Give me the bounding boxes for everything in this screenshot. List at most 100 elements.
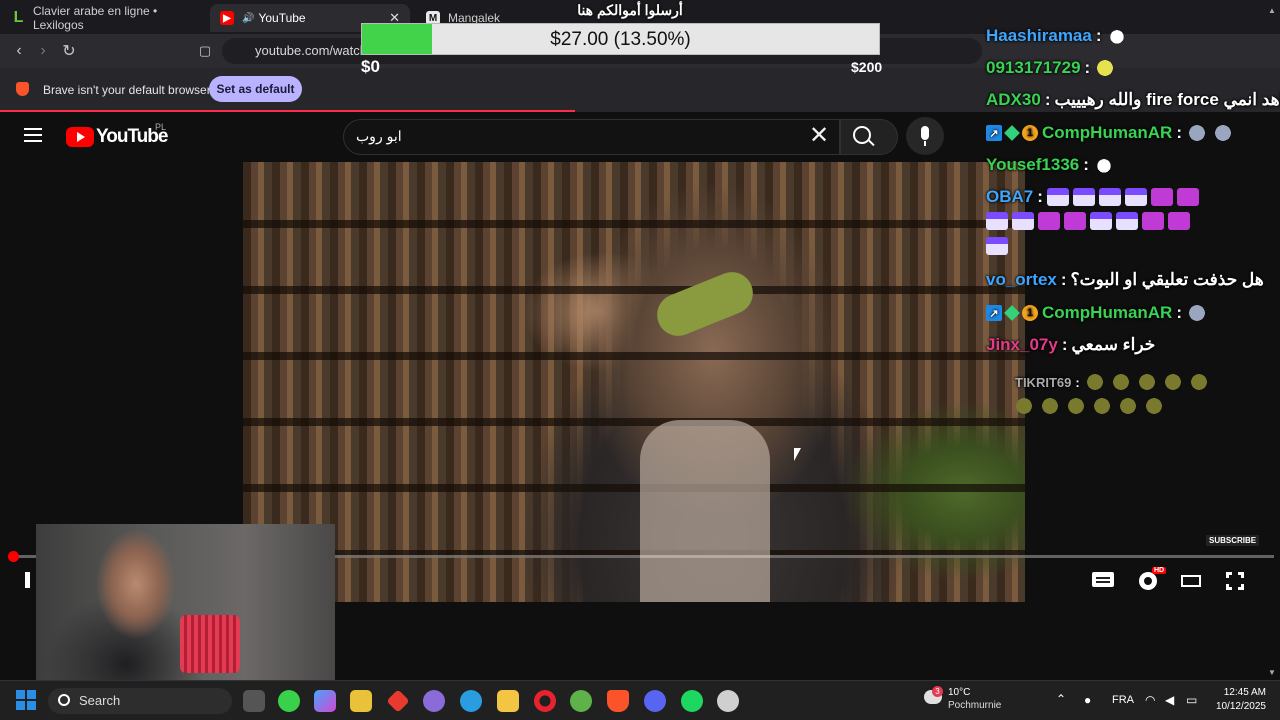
region-code: PL bbox=[155, 122, 167, 132]
input-language[interactable]: FRA bbox=[1112, 694, 1134, 706]
chat-separator: : bbox=[1084, 58, 1091, 77]
chat-username[interactable]: Jinx_07y bbox=[986, 335, 1058, 355]
chat-separator: : bbox=[1037, 187, 1043, 206]
taskbar-search[interactable] bbox=[48, 688, 232, 714]
store-icon[interactable] bbox=[350, 690, 372, 712]
brave-icon[interactable] bbox=[607, 690, 629, 712]
bookmark-icon[interactable]: ▢ bbox=[194, 40, 216, 62]
search-icon bbox=[58, 694, 70, 706]
browser-app-icon[interactable] bbox=[460, 690, 482, 712]
chat-username[interactable]: Haashiramaa bbox=[986, 26, 1092, 46]
scroll-up-icon[interactable]: ▲ bbox=[1268, 6, 1276, 15]
search-input[interactable] bbox=[343, 119, 840, 155]
chat-username[interactable]: CompHumanAR bbox=[1042, 123, 1172, 143]
taskbar-search-label[interactable]: Search bbox=[79, 693, 120, 708]
cat-emote-icon bbox=[986, 212, 1008, 230]
chat-username[interactable]: 0913171729 bbox=[986, 58, 1081, 78]
frog-emote-icon bbox=[1091, 397, 1113, 415]
chat-username[interactable]: vo_ortex bbox=[986, 270, 1057, 290]
purple-emote-icon bbox=[1038, 212, 1060, 230]
tray-chevron-icon[interactable]: ⌃ bbox=[1056, 692, 1066, 706]
purple-emote-icon bbox=[1150, 188, 1173, 206]
utorrent-icon[interactable] bbox=[570, 690, 592, 712]
youtube-logo-icon[interactable] bbox=[66, 127, 94, 147]
cat-emote-icon bbox=[1124, 188, 1147, 206]
forward-icon[interactable]: › bbox=[32, 40, 54, 62]
gaming-chair bbox=[180, 615, 240, 673]
chat-message: TIKRIT69 : bbox=[1015, 373, 1210, 391]
chat-message: Jinx_07y : خراء سمعي bbox=[986, 335, 1155, 355]
scroll-down-icon[interactable]: ▼ bbox=[1268, 668, 1276, 677]
chat-separator: : bbox=[1083, 155, 1089, 174]
file-explorer-icon[interactable] bbox=[497, 690, 519, 712]
chat-username[interactable]: TIKRIT69 bbox=[1015, 375, 1071, 390]
menu-icon[interactable] bbox=[24, 128, 42, 142]
windows-start-icon[interactable] bbox=[16, 690, 36, 710]
tab-lexilogos[interactable]: L Clavier arabe en ligne • Lexilogos bbox=[2, 4, 208, 32]
mouse-cursor-icon bbox=[794, 448, 801, 461]
volume-icon[interactable]: ◀ bbox=[1165, 693, 1179, 707]
microphone-tray-icon[interactable]: ● bbox=[1084, 693, 1098, 707]
donation-max-label: $200 bbox=[851, 59, 883, 75]
audio-icon[interactable]: 🔊 bbox=[242, 13, 254, 24]
wifi-icon[interactable]: ◠ bbox=[1145, 693, 1159, 707]
cat-emote-icon bbox=[1116, 212, 1138, 230]
frog-emote-icon bbox=[1013, 397, 1035, 415]
battery-icon[interactable]: ▭ bbox=[1186, 693, 1200, 707]
goose-emote-icon bbox=[1105, 27, 1128, 45]
donation-progress-text: $27.00 (13.50%) bbox=[550, 29, 691, 50]
task-view-icon[interactable] bbox=[243, 690, 265, 712]
lexilogos-icon: L bbox=[12, 9, 25, 26]
microphone-icon[interactable] bbox=[906, 117, 944, 155]
frog-emote-icon bbox=[1083, 373, 1106, 391]
copilot-icon[interactable] bbox=[314, 690, 336, 712]
diamond-badge-icon bbox=[1004, 125, 1020, 141]
arrow-badge-icon: ↗ bbox=[986, 125, 1002, 141]
brave-logo-icon bbox=[16, 82, 29, 96]
clock-date[interactable]: 10/12/2025 bbox=[1210, 701, 1266, 712]
spotify-icon[interactable] bbox=[681, 690, 703, 712]
clock-time[interactable]: 12:45 AM bbox=[1210, 687, 1266, 698]
back-icon[interactable]: ‹ bbox=[8, 40, 30, 62]
chat-separator: : bbox=[1176, 123, 1183, 142]
tier-badge-icon: 1 bbox=[1022, 305, 1038, 321]
frog-emote-icon bbox=[1161, 373, 1184, 391]
discord-icon[interactable] bbox=[644, 690, 666, 712]
chat-app-icon[interactable] bbox=[423, 690, 445, 712]
cat-emote-icon bbox=[1090, 212, 1112, 230]
purple-emote-icon bbox=[1142, 212, 1164, 230]
video-bookshelf bbox=[243, 162, 1025, 602]
user-badges: ↗ 1 bbox=[986, 125, 1038, 141]
face-emote-icon bbox=[1094, 59, 1117, 77]
chat-message: ↗ 1 CompHumanAR : bbox=[986, 123, 1235, 143]
url-text[interactable]: youtube.com/watch? bbox=[255, 43, 374, 58]
clear-search-icon[interactable]: ✕ bbox=[809, 124, 829, 148]
video-scrubber[interactable] bbox=[8, 551, 19, 562]
set-default-button[interactable]: Set as default bbox=[209, 76, 302, 102]
diamond-badge-icon bbox=[1004, 305, 1020, 321]
chat-separator: : bbox=[1061, 335, 1068, 354]
chat-username[interactable]: OBA7 bbox=[986, 187, 1033, 207]
reload-icon[interactable]: ↻ bbox=[58, 40, 80, 62]
frog-emote-icon bbox=[1117, 397, 1139, 415]
xbox-icon[interactable] bbox=[278, 690, 300, 712]
cat-emote-icon bbox=[1012, 212, 1034, 230]
chat-separator: : bbox=[1095, 26, 1102, 45]
chat-separator: : bbox=[1176, 303, 1183, 322]
opera-icon[interactable] bbox=[534, 690, 556, 712]
weather-desc[interactable]: Pochmurnie bbox=[948, 700, 1001, 711]
chat-username[interactable]: ADX30 bbox=[986, 90, 1041, 110]
search-value[interactable]: ابو روب bbox=[356, 128, 402, 145]
chat-separator: : bbox=[1044, 90, 1051, 109]
pause-icon[interactable] bbox=[25, 572, 30, 588]
bird-emote-icon bbox=[1212, 124, 1235, 142]
weather-temp[interactable]: 10°C bbox=[948, 687, 970, 698]
app-circle-icon[interactable] bbox=[717, 690, 739, 712]
cat-emote-icon bbox=[1072, 188, 1095, 206]
chat-username[interactable]: CompHumanAR bbox=[1042, 303, 1172, 323]
search-icon[interactable] bbox=[853, 126, 871, 144]
bird-emote-icon bbox=[1186, 124, 1209, 142]
chat-message bbox=[986, 237, 1008, 255]
chat-username[interactable]: Yousef1336 bbox=[986, 155, 1079, 175]
weather-badge: 3 bbox=[932, 686, 943, 697]
